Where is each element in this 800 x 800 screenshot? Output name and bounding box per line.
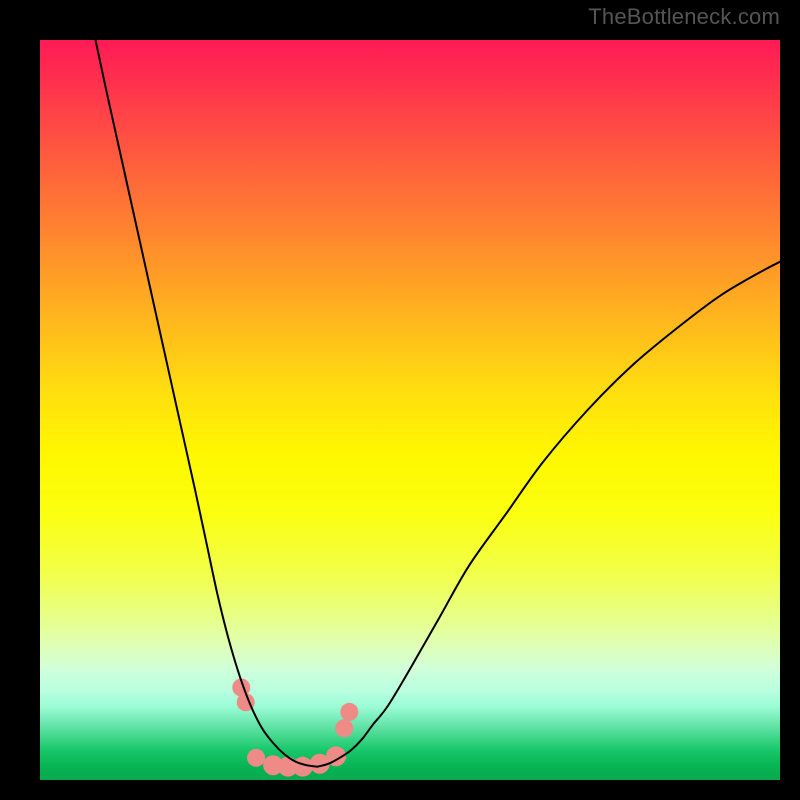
plot-svg <box>40 40 780 780</box>
marker-dot <box>340 703 358 721</box>
marker-dot <box>247 749 265 767</box>
chart-container: TheBottleneck.com <box>0 0 800 800</box>
plot-gradient-background <box>40 40 780 780</box>
curve-left <box>96 40 318 767</box>
marker-dot <box>335 719 353 737</box>
curve-right <box>318 255 795 767</box>
attribution-label: TheBottleneck.com <box>588 4 780 30</box>
